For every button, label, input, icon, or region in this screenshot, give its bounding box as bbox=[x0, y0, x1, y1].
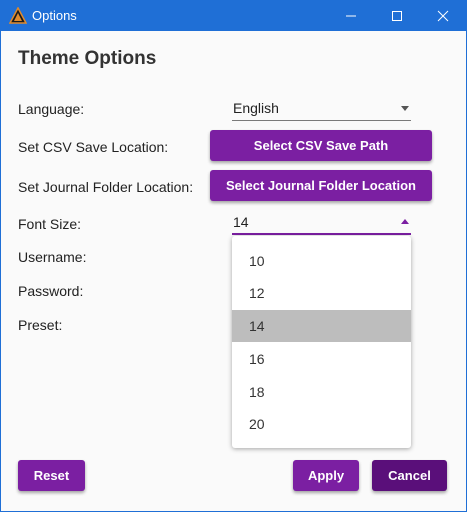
dropdown-option-18[interactable]: 18 bbox=[232, 376, 411, 408]
apply-button[interactable]: Apply bbox=[293, 460, 359, 491]
font-size-dropdown: 10 12 14 16 18 20 bbox=[232, 236, 411, 448]
language-select[interactable]: English bbox=[232, 97, 411, 121]
maximize-icon bbox=[392, 11, 402, 21]
font-size-label: Font Size: bbox=[18, 216, 82, 232]
options-window: Options Theme Options Language: English … bbox=[0, 0, 467, 512]
minimize-button[interactable] bbox=[328, 1, 374, 31]
chevron-down-icon bbox=[401, 106, 409, 111]
chevron-up-icon bbox=[401, 219, 409, 224]
close-button[interactable] bbox=[420, 1, 466, 31]
maximize-button[interactable] bbox=[374, 1, 420, 31]
window-title: Options bbox=[32, 8, 77, 23]
dropdown-option-14[interactable]: 14 bbox=[232, 310, 411, 342]
password-label: Password: bbox=[18, 283, 84, 299]
journal-location-label: Set Journal Folder Location: bbox=[18, 179, 194, 195]
dropdown-option-12[interactable]: 12 bbox=[232, 277, 411, 309]
page-title: Theme Options bbox=[18, 48, 157, 69]
app-logo-icon bbox=[8, 6, 28, 25]
font-size-select[interactable]: 14 bbox=[232, 211, 411, 235]
dropdown-option-16[interactable]: 16 bbox=[232, 343, 411, 375]
preset-label: Preset: bbox=[18, 317, 63, 333]
dropdown-option-10[interactable]: 10 bbox=[232, 245, 411, 277]
username-label: Username: bbox=[18, 249, 87, 265]
select-csv-path-button[interactable]: Select CSV Save Path bbox=[210, 130, 432, 161]
dropdown-option-20[interactable]: 20 bbox=[232, 408, 411, 440]
csv-location-label: Set CSV Save Location: bbox=[18, 139, 169, 155]
cancel-button[interactable]: Cancel bbox=[372, 460, 447, 491]
title-bar[interactable]: Options bbox=[1, 1, 466, 31]
select-journal-folder-button[interactable]: Select Journal Folder Location bbox=[210, 170, 432, 201]
language-value: English bbox=[233, 100, 279, 116]
minimize-icon bbox=[346, 15, 356, 17]
font-size-value: 14 bbox=[233, 214, 249, 230]
reset-button[interactable]: Reset bbox=[18, 460, 85, 491]
language-label: Language: bbox=[18, 101, 85, 117]
close-icon bbox=[437, 10, 449, 22]
